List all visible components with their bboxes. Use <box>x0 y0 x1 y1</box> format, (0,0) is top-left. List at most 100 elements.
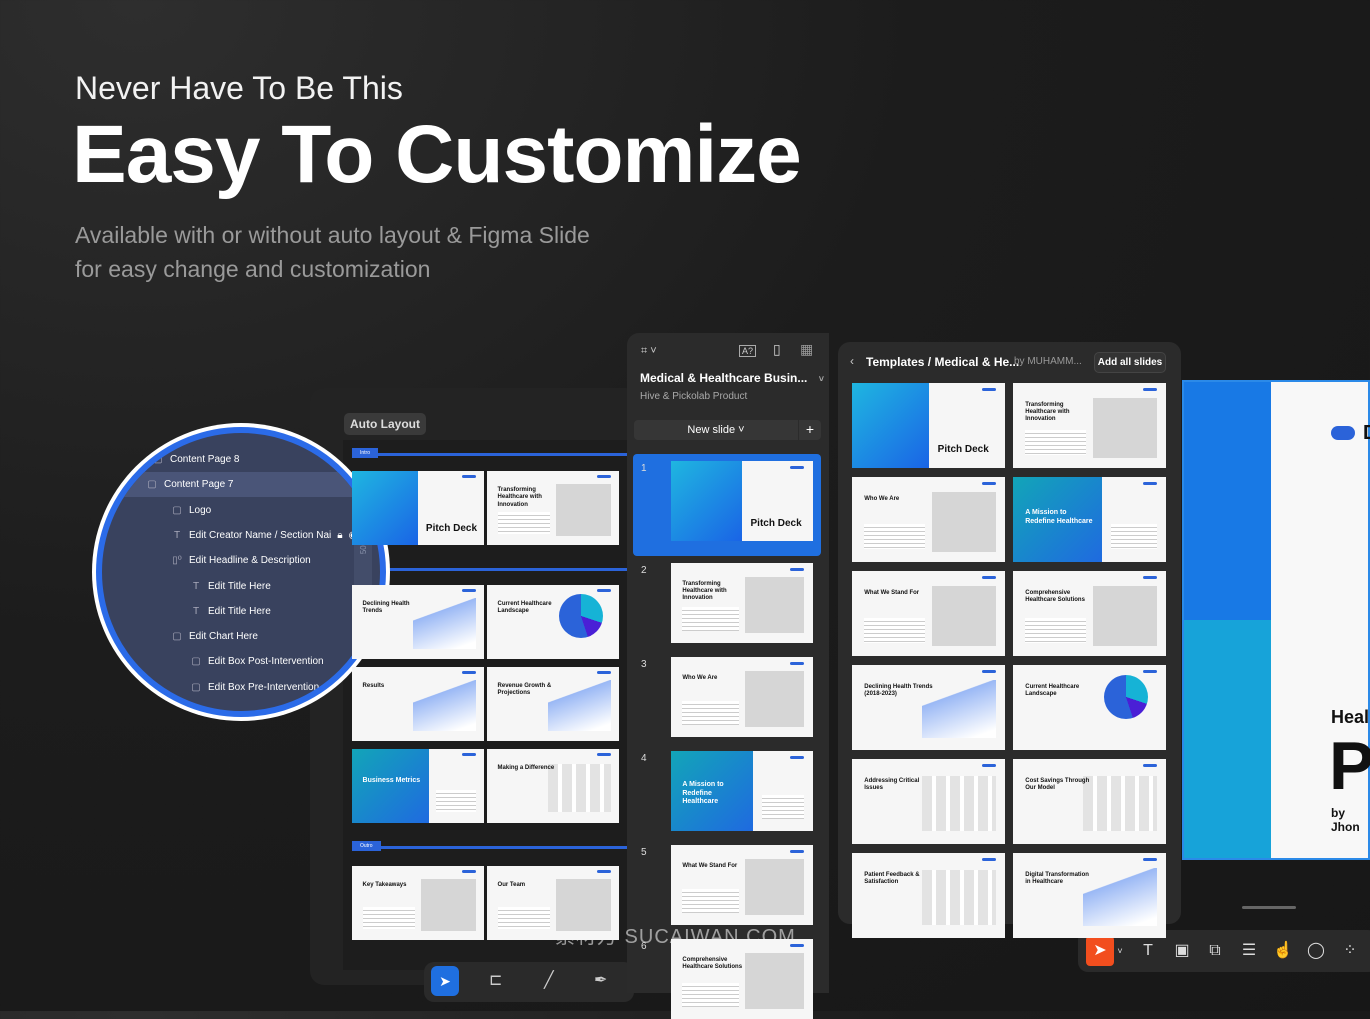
slide-thumbnail[interactable]: Patient Feedback & Satisfaction <box>852 853 1005 938</box>
image-placeholder <box>1092 586 1157 646</box>
slide-thumbnail[interactable]: Declining Health Trends (2018-2023) <box>852 665 1005 750</box>
new-slide-button[interactable]: New slide ˅ <box>634 420 798 440</box>
file-title[interactable]: Medical & Healthcare Busin... ˅ <box>640 371 824 385</box>
plugins-icon[interactable]: ⁘ <box>1336 936 1364 966</box>
chevron-down-icon[interactable]: ˅ <box>819 374 824 384</box>
logo-icon <box>981 576 996 580</box>
text-lines <box>497 511 551 534</box>
single-view-icon[interactable]: ▯ <box>773 341 781 358</box>
slide-thumbnail[interactable]: Our Team <box>487 866 619 940</box>
slide-number: 1 <box>641 463 647 474</box>
slide-thumbnail[interactable]: Pitch Deck <box>352 471 484 545</box>
slide-thumbnail[interactable]: Current Healthcare Landscape <box>1013 665 1166 750</box>
pie-chart <box>559 593 604 638</box>
slide-thumbnail[interactable]: Business Metrics <box>352 749 484 823</box>
logo-icon <box>790 943 805 947</box>
slide-thumbnail[interactable]: Who We Are <box>852 477 1005 562</box>
logo-text: D <box>1363 422 1370 445</box>
text-lines <box>682 701 740 725</box>
lock-icon[interactable]: 🔒︎ <box>337 530 342 541</box>
table-icon[interactable]: ☰ <box>1235 936 1263 966</box>
move-tool-icon[interactable]: ➤ <box>431 966 459 996</box>
logo-icon <box>462 870 477 874</box>
layer-name: Edit Headline & Description <box>189 555 311 567</box>
logo-icon <box>597 475 612 479</box>
frame-icon: ▢ <box>191 656 201 668</box>
layer-row[interactable]: ▢ Content Page 8 <box>152 447 380 472</box>
ai-icon[interactable]: A? <box>739 345 757 357</box>
slide-title: Making a Difference <box>497 765 555 772</box>
slide-thumbnail[interactable]: Current Healthcare Landscape <box>487 585 619 659</box>
interaction-icon[interactable]: ☝ <box>1269 936 1297 966</box>
slide-thumbnail[interactable]: Transforming Healthcare with Innovation <box>487 471 619 545</box>
slide-thumbnail[interactable]: Cost Savings Through Our Model <box>1013 759 1166 844</box>
bar-chart <box>922 776 996 832</box>
layer-row[interactable]: ▢ Content Page 7 <box>102 472 380 498</box>
figma-menu-icon[interactable]: ⌗ ˅ <box>641 345 657 358</box>
slide-thumbnail[interactable]: Comprehensive Healthcare Solutions <box>671 939 813 1019</box>
slide-thumbnail[interactable]: Revenue Growth & Projections <box>487 667 619 741</box>
logo-icon <box>597 870 612 874</box>
slide-number: 4 <box>641 753 647 764</box>
text-lines <box>761 795 805 819</box>
text-lines <box>497 906 551 929</box>
image-icon[interactable]: ▣ <box>1168 936 1196 966</box>
slide-thumbnail[interactable]: Results <box>352 667 484 741</box>
slide-thumbnail[interactable]: Addressing Critical Issues <box>852 759 1005 844</box>
logo-icon <box>790 849 805 853</box>
section-intro[interactable]: Intro <box>352 448 627 458</box>
slide-title: Transforming Healthcare with Innovation <box>682 580 727 601</box>
slide-title: Comprehensive Healthcare Solutions <box>682 956 743 970</box>
slide-thumbnail[interactable]: What We Stand For <box>852 571 1005 656</box>
slide-thumbnail[interactable]: What We Stand For <box>671 845 813 925</box>
main-slide-canvas[interactable]: D Heal P by Jhon <box>1182 380 1370 860</box>
frame-icon: ▢ <box>153 454 163 465</box>
scrollbar[interactable] <box>1242 906 1296 909</box>
slide-thumbnail[interactable]: Key Takeaways <box>352 866 484 940</box>
text-lines <box>682 983 740 1007</box>
slide-thumbnail[interactable]: Pitch Deck <box>671 461 813 541</box>
comment-icon[interactable]: ◯ <box>1302 936 1330 966</box>
slide-thumbnail[interactable]: Transforming Healthcare with Innovation <box>1013 383 1166 468</box>
hero-subtitle: Available with or without auto layout & … <box>75 218 590 286</box>
frame-icon: ▢ <box>172 504 182 516</box>
slide-title: Comprehensive Healthcare Solutions <box>1025 589 1085 603</box>
slide-thumbnail[interactable]: A Mission to Redefine Healthcare <box>1013 477 1166 562</box>
slide-title: Who We Are <box>682 674 718 681</box>
text-lines <box>682 607 740 631</box>
back-chevron-icon[interactable]: ‹ <box>850 354 854 368</box>
line-tool-icon[interactable]: ╱ <box>544 970 554 990</box>
section-outro[interactable]: Outro <box>352 841 627 851</box>
slide-thumbnail[interactable]: A Mission to Redefine Healthcare <box>671 751 813 831</box>
slide-title: Current Healthcare Landscape <box>497 601 552 615</box>
frame-tool-icon[interactable]: ⊏ <box>489 970 502 990</box>
slide-number: 5 <box>641 847 647 858</box>
text-lines <box>436 789 477 812</box>
add-all-slides-button[interactable]: Add all slides <box>1094 352 1166 373</box>
slide-thumbnail[interactable]: Declining Health Trends <box>352 585 484 659</box>
add-slide-button[interactable]: + <box>799 420 821 440</box>
template-author: by MUHAMM... <box>1014 356 1082 367</box>
line-chart <box>547 680 612 731</box>
slide-thumbnail[interactable]: Pitch Deck <box>852 383 1005 468</box>
grid-view-icon[interactable]: ▦ <box>800 341 813 358</box>
text-icon[interactable]: T <box>1134 936 1162 966</box>
slide-kicker: Heal <box>1331 707 1370 727</box>
slide-thumbnail[interactable]: Transforming Healthcare with Innovation <box>671 563 813 643</box>
slide-thumbnail[interactable]: Who We Are <box>671 657 813 737</box>
move-icon[interactable]: ➤ <box>1086 936 1114 966</box>
new-slide-label: New slide <box>687 424 736 436</box>
pen-tool-icon[interactable]: ✒ <box>594 970 607 990</box>
line-chart <box>412 598 477 649</box>
slide-title: Results <box>362 683 385 690</box>
slide-title: Pitch Deck <box>937 444 989 456</box>
chevron-down-icon[interactable]: ˅ <box>1114 936 1126 966</box>
layer-name: Edit Title Here <box>208 580 271 592</box>
auto-layout-tag: Auto Layout <box>344 413 426 435</box>
slide-thumbnail[interactable]: Digital Transformation in Healthcare <box>1013 853 1166 938</box>
frame-icon: ▢ <box>191 681 201 693</box>
shapes-icon[interactable]: ⧉ <box>1201 936 1229 966</box>
logo-icon <box>462 475 477 479</box>
slide-thumbnail[interactable]: Comprehensive Healthcare Solutions <box>1013 571 1166 656</box>
slide-thumbnail[interactable]: Making a Difference <box>487 749 619 823</box>
